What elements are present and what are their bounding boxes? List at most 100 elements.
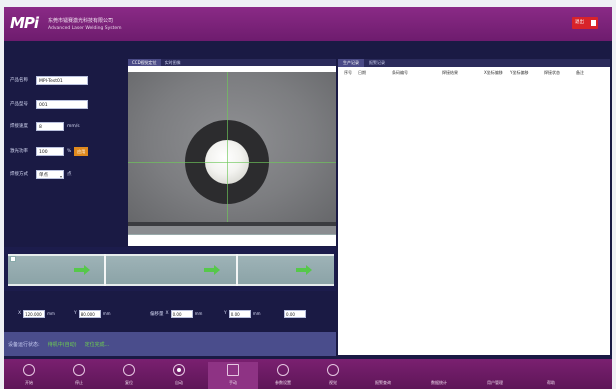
- conveyor-status-icon[interactable]: [10, 256, 16, 262]
- product-name-label: 产品名称: [10, 78, 28, 83]
- toolbar-auto-button[interactable]: 自动: [154, 362, 204, 389]
- tab-live-image[interactable]: 实时图像: [161, 59, 185, 66]
- dy-unit: mm: [252, 311, 261, 316]
- toolbar-manual-button[interactable]: 手动: [208, 362, 258, 389]
- status-bar: 设备运行状态: 待机中(自动) 定位完成...: [4, 332, 336, 356]
- toolbar-label: 复位: [125, 380, 133, 385]
- chevron-down-icon: ▾: [59, 173, 62, 179]
- toolbar-label: 自动: [175, 380, 183, 385]
- dy-label: Y: [224, 311, 227, 316]
- product-name-row: 产品名称 MPI-Test01: [10, 75, 88, 85]
- weld-type-row: 焊接方式 单点 ▾ 点: [10, 169, 72, 179]
- column-header[interactable]: 焊接状态: [544, 69, 560, 77]
- toolbar-label: 用户管理: [487, 380, 503, 385]
- column-header[interactable]: X坐标偏移: [484, 69, 503, 77]
- app-window: MPi 东莞市镭赛激光科技有限公司 Advanced Laser Welding…: [4, 7, 612, 389]
- product-model-row: 产品型号 001: [10, 99, 88, 109]
- toolbar-settings-button[interactable]: 参数设置: [258, 362, 308, 389]
- conveyor-rail-top: [8, 254, 334, 256]
- x-unit: mm: [47, 311, 55, 316]
- product-model-field[interactable]: 001: [36, 99, 88, 109]
- manual-icon: [227, 364, 239, 376]
- toolbar-label: 视觉: [329, 380, 337, 385]
- column-header[interactable]: 条码编号: [392, 69, 408, 77]
- auto-icon: [173, 364, 185, 376]
- y-offset: Y 0.00 mm: [224, 309, 261, 318]
- laser-power-label: 激光功率: [10, 149, 28, 154]
- toolbar-users-button[interactable]: 用户管理: [470, 362, 520, 389]
- toolbar-help-button[interactable]: 帮助: [526, 362, 576, 389]
- toolbar-vision-button[interactable]: 视觉: [308, 362, 358, 389]
- parameter-panel: 产品名称 MPI-Test01 产品型号 001 焊接速度 8 mm/s 激光功…: [4, 61, 126, 243]
- x-offset: 偏移量 X 0.00 mm: [150, 309, 202, 318]
- crosshair-vertical: [227, 72, 228, 222]
- y-label: Y: [74, 311, 77, 316]
- records-panel: 生产记录 报警记录 序号 日期 条码编号 焊接结果 X坐标偏移 Y坐标偏移 焊接…: [338, 59, 610, 355]
- toolbar-stop-button[interactable]: 停止: [54, 362, 104, 389]
- position-row: X 120.000 mm Y 80.000 mm 偏移量 X 0.00 mm Y…: [4, 307, 336, 321]
- apply-button[interactable]: 应用: [74, 146, 89, 156]
- toolbar-label: 停止: [75, 380, 83, 385]
- toolbar-label: 报警查询: [375, 380, 391, 385]
- station-divider: [104, 254, 106, 286]
- exit-button[interactable]: 退出: [572, 17, 598, 29]
- station-divider: [236, 254, 238, 286]
- laser-power-field[interactable]: 100: [36, 146, 64, 156]
- x-position: X 120.000 mm: [18, 309, 55, 318]
- flow-arrow-icon: [296, 265, 312, 275]
- weld-speed-field[interactable]: 8: [36, 121, 64, 131]
- x-field[interactable]: 120.000: [23, 309, 46, 318]
- crosshair-horizontal: [128, 162, 336, 163]
- y-position: Y 80.000 mm: [74, 309, 111, 318]
- laser-power-unit: %: [67, 148, 72, 154]
- exit-icon: [591, 20, 596, 26]
- z-field[interactable]: 0.00: [284, 309, 306, 318]
- weld-speed-row: 焊接速度 8 mm/s: [10, 121, 80, 131]
- toolbar-alarm-button[interactable]: 报警查询: [358, 362, 408, 389]
- toolbar-label: 帮助: [547, 380, 555, 385]
- tab-alarm-records[interactable]: 报警记录: [364, 59, 390, 67]
- dx-label: X: [165, 311, 169, 316]
- x-label: X: [18, 311, 22, 316]
- column-header[interactable]: 焊接结果: [442, 69, 458, 77]
- column-header[interactable]: Y坐标偏移: [510, 69, 528, 77]
- weld-type-suffix: 点: [67, 172, 72, 177]
- toolbar-label: 手动: [229, 380, 237, 385]
- company-name-en: Advanced Laser Welding System: [48, 26, 122, 31]
- stop-icon: [73, 364, 85, 376]
- logo-text: MPi: [10, 14, 39, 32]
- toolbar-reset-button[interactable]: 复位: [104, 362, 154, 389]
- status-value-vision: 定位完成...: [84, 341, 110, 348]
- camera-icon: [327, 364, 339, 376]
- weld-speed-label: 焊接速度: [10, 124, 28, 129]
- status-label: 设备运行状态:: [8, 341, 40, 348]
- column-header[interactable]: 日期: [358, 69, 366, 77]
- reset-icon: [123, 364, 135, 376]
- tab-production-records[interactable]: 生产记录: [338, 59, 364, 67]
- conveyor-view: [8, 254, 334, 286]
- weld-type-label: 焊接方式: [10, 172, 28, 177]
- weld-type-select[interactable]: 单点 ▾: [36, 169, 64, 179]
- toolbar-stats-button[interactable]: 数据统计: [414, 362, 464, 389]
- column-header[interactable]: 序号: [344, 69, 352, 77]
- tab-ccd-vision[interactable]: CCD视觉定位: [128, 59, 161, 66]
- dx-field[interactable]: 0.00: [170, 309, 193, 318]
- dy-field[interactable]: 0.00: [228, 309, 251, 318]
- toolbar-label: 数据统计: [431, 380, 447, 385]
- records-table-header: 序号 日期 条码编号 焊接结果 X坐标偏移 Y坐标偏移 焊接状态 备注: [338, 69, 610, 77]
- y-field[interactable]: 80.000: [78, 309, 101, 318]
- toolbar-start-button[interactable]: 开始: [4, 362, 54, 389]
- camera-image[interactable]: [128, 72, 336, 222]
- company-name: 东莞市镭赛激光科技有限公司 Advanced Laser Welding Sys…: [48, 18, 122, 32]
- weld-type-value: 单点: [39, 172, 48, 178]
- camera-footer: [128, 234, 336, 246]
- bottom-toolbar: 开始 停止 复位 自动 手动 参数设置 视觉 报警查询 数据统计 用户管理 帮助: [4, 359, 612, 389]
- dx-unit: mm: [194, 311, 203, 316]
- column-header[interactable]: 备注: [576, 69, 584, 77]
- gear-icon: [277, 364, 289, 376]
- title-bar: MPi 东莞市镭赛激光科技有限公司 Advanced Laser Welding…: [4, 7, 612, 41]
- z-offset: 0.00: [284, 309, 306, 318]
- flow-arrow-icon: [74, 265, 90, 275]
- conveyor-rail-bottom: [8, 284, 334, 286]
- product-name-field[interactable]: MPI-Test01: [36, 75, 88, 85]
